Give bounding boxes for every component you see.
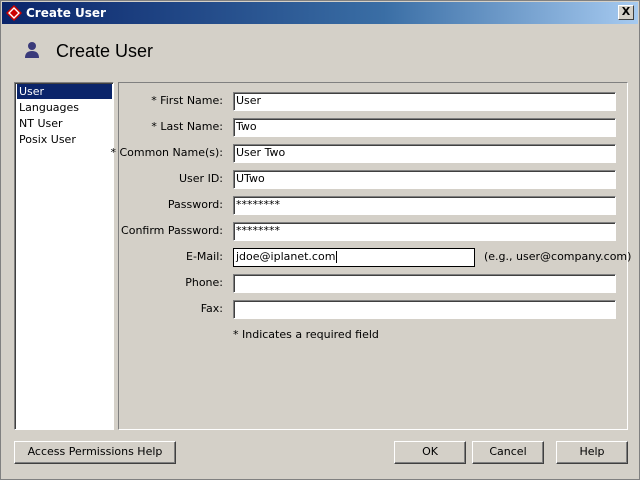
user-id-field[interactable]: UTwo [233, 170, 616, 189]
fax-label: Fax: [200, 302, 223, 315]
common-name-field[interactable]: User Two [233, 144, 616, 163]
close-icon: X [621, 5, 631, 18]
access-permissions-help-button[interactable]: Access Permissions Help [14, 441, 176, 464]
cancel-button[interactable]: Cancel [472, 441, 544, 464]
title-bar[interactable]: Create User X [2, 2, 638, 24]
ok-button[interactable]: OK [394, 441, 466, 464]
first-name-label: * First Name: [151, 94, 223, 107]
common-name-label: * Common Name(s): [110, 146, 223, 159]
email-hint: (e.g., user@company.com) [484, 250, 632, 263]
app-diamond-icon [6, 5, 22, 21]
last-name-label: * Last Name: [151, 120, 223, 133]
user-icon [25, 42, 39, 58]
confirm-password-field[interactable]: ******** [233, 222, 616, 241]
email-label: E-Mail: [186, 250, 223, 263]
text-caret [336, 251, 338, 263]
required-note: * Indicates a required field [233, 328, 379, 341]
nav-item-posix-user[interactable]: Posix User [17, 132, 112, 147]
phone-field[interactable] [233, 274, 616, 293]
password-field[interactable]: ******** [233, 196, 616, 215]
page-title: Create User [56, 41, 154, 61]
email-field[interactable]: jdoe@iplanet.com [233, 248, 475, 267]
help-button[interactable]: Help [556, 441, 628, 464]
user-id-label: User ID: [179, 172, 223, 185]
last-name-field[interactable]: Two [233, 118, 616, 137]
password-label: Password: [167, 198, 223, 211]
email-value: jdoe@iplanet.com [236, 250, 336, 263]
create-user-dialog: Create User X Create User User Languages… [0, 0, 640, 480]
window-title: Create User [26, 6, 106, 20]
phone-label: Phone: [185, 276, 223, 289]
fax-field[interactable] [233, 300, 616, 319]
confirm-password-label: Confirm Password: [121, 224, 223, 237]
first-name-field[interactable]: User [233, 92, 616, 111]
close-button[interactable]: X [618, 5, 634, 20]
